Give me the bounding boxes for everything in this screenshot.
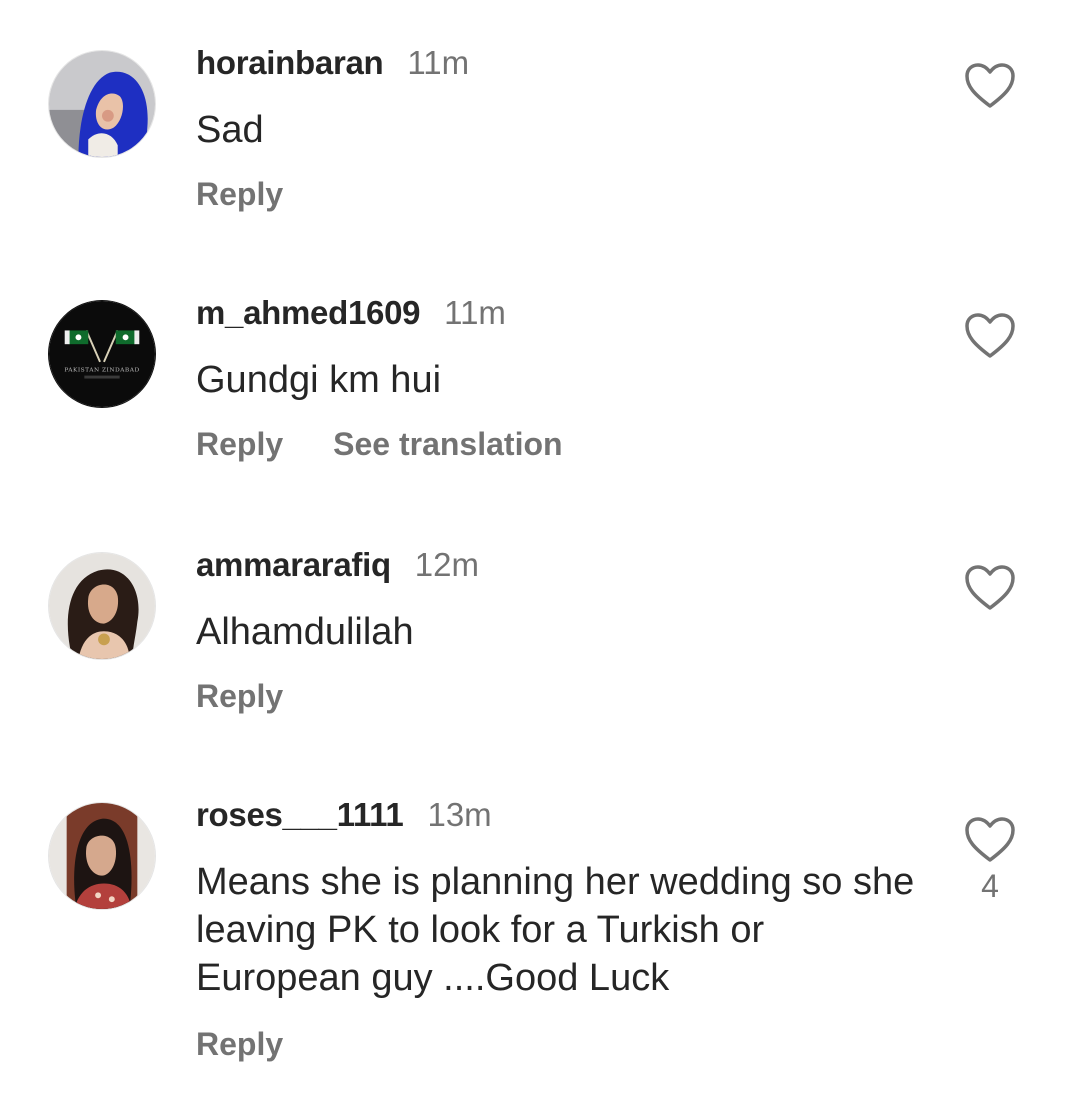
username-link[interactable]: roses___1111 [196,796,404,834]
comment-text: Means she is planning her wedding so she… [196,861,915,999]
like-button[interactable] [962,62,1018,110]
avatar-image-hijab [49,51,155,157]
avatar-image-portrait [49,553,155,659]
timestamp: 11m [444,294,506,331]
username-link[interactable]: m_ahmed1609 [196,294,420,332]
comment-item: PAKISTAN ZINDABAD m_ahmed1609 11m Gundgi… [0,250,1080,500]
comment-text: Sad [196,109,264,151]
avatar-caption: PAKISTAN ZINDABAD [64,368,139,374]
avatar[interactable] [48,802,156,910]
avatar-image-portrait [49,803,155,909]
heart-outline-icon [965,313,1015,358]
reply-button[interactable]: Reply [196,176,283,213]
like-button[interactable] [962,564,1018,612]
timestamp: 13m [427,796,492,833]
heart-outline-icon [965,565,1015,610]
comment-header: roses___1111 13m [196,796,492,840]
comment-header: horainbaran 11m [196,44,469,88]
comment-item: horainbaran 11m Sad Reply [0,0,1080,250]
timestamp: 11m [407,44,470,81]
avatar[interactable] [48,50,156,158]
reply-button[interactable]: Reply [196,678,283,715]
reply-button[interactable]: Reply [196,1026,283,1063]
avatar[interactable]: PAKISTAN ZINDABAD [48,300,156,408]
comment-actions: Reply [196,1026,333,1063]
comment-item: roses___1111 13m Means she is planning h… [0,752,1080,1114]
comment-header: ammararafiq 12m [196,546,479,590]
comment-text: Gundgi km hui [196,359,442,401]
comment-actions: Reply See translation [196,426,613,463]
comment-item: ammararafiq 12m Alhamdulilah Reply [0,500,1080,750]
like-count: 4 [981,868,999,904]
heart-outline-icon [965,817,1015,862]
username-link[interactable]: horainbaran [196,44,384,82]
see-translation-button[interactable]: See translation [333,426,562,463]
timestamp: 12m [414,546,479,583]
username-link[interactable]: ammararafiq [196,546,391,584]
avatar[interactable] [48,552,156,660]
comment-text: Alhamdulilah [196,611,414,653]
comment-actions: Reply [196,678,333,715]
like-button[interactable]: 4 [962,816,1018,905]
reply-button[interactable]: Reply [196,426,283,463]
heart-outline-icon [965,63,1015,108]
comment-actions: Reply [196,176,333,213]
comment-header: m_ahmed1609 11m [196,294,506,338]
like-button[interactable] [962,312,1018,360]
avatar-image-flags: PAKISTAN ZINDABAD [49,301,155,407]
